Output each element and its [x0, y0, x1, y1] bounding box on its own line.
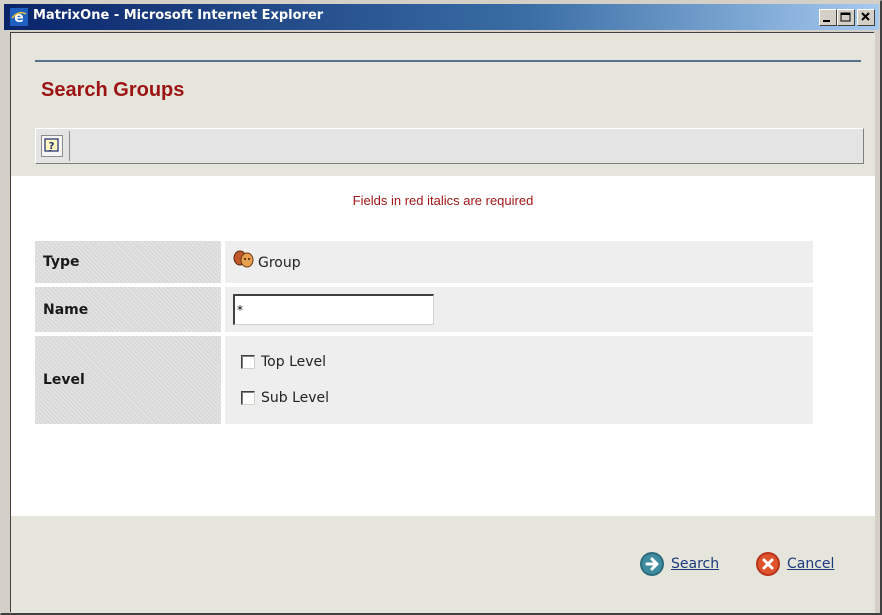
page-title: Search Groups — [41, 79, 185, 101]
group-icon — [233, 250, 254, 268]
svg-text:?: ? — [49, 141, 55, 152]
type-value-cell: Group — [225, 241, 813, 283]
close-icon — [861, 12, 870, 21]
cancel-button[interactable]: Cancel — [755, 551, 834, 577]
help-icon: ? — [44, 138, 59, 152]
maximize-icon — [840, 12, 851, 22]
toolbar-separator — [69, 131, 70, 161]
required-fields-note: Fields in red italics are required — [352, 193, 534, 208]
close-button[interactable] — [857, 9, 875, 26]
sub-level-option[interactable]: Sub Level — [241, 390, 329, 406]
help-button[interactable]: ? — [41, 135, 63, 157]
type-value: Group — [258, 255, 301, 271]
maximize-button[interactable] — [837, 9, 855, 26]
browser-window: e MatrixOne - Microsoft Internet Explore… — [0, 0, 882, 615]
minimize-icon — [823, 20, 830, 22]
top-level-checkbox[interactable] — [241, 355, 255, 369]
sub-level-label: Sub Level — [261, 390, 330, 406]
level-label: Level — [35, 336, 221, 424]
page-content: Search Groups ? Fields in red italics ar… — [10, 32, 875, 613]
level-value-cell: Top Level Sub Level — [225, 336, 813, 424]
arrow-right-icon — [640, 552, 664, 576]
name-value-cell — [225, 287, 813, 332]
level-row: Level Top Level Sub Level — [35, 336, 813, 424]
top-level-label: Top Level — [261, 354, 327, 370]
ie-icon: e — [10, 8, 28, 26]
header-divider — [35, 60, 861, 62]
window-title: MatrixOne - Microsoft Internet Explorer — [33, 8, 324, 23]
action-footer: Search Cancel — [11, 516, 875, 613]
name-label: Name — [35, 287, 221, 332]
cancel-x-icon — [756, 552, 780, 576]
name-row: Name — [35, 287, 813, 332]
search-link[interactable]: Search — [671, 556, 719, 572]
sub-level-checkbox[interactable] — [241, 391, 255, 405]
search-button[interactable]: Search — [639, 551, 719, 577]
minimize-button[interactable] — [819, 9, 837, 26]
toolbar: ? — [35, 128, 864, 164]
search-form: Fields in red italics are required Type … — [11, 176, 875, 516]
cancel-link[interactable]: Cancel — [787, 556, 834, 572]
page-header: Search Groups ? — [11, 33, 875, 176]
type-row: Type Group — [35, 241, 813, 283]
title-bar[interactable]: e MatrixOne - Microsoft Internet Explore… — [4, 4, 879, 30]
top-level-option[interactable]: Top Level — [241, 354, 326, 370]
type-label: Type — [35, 241, 221, 283]
name-input[interactable] — [233, 294, 434, 325]
